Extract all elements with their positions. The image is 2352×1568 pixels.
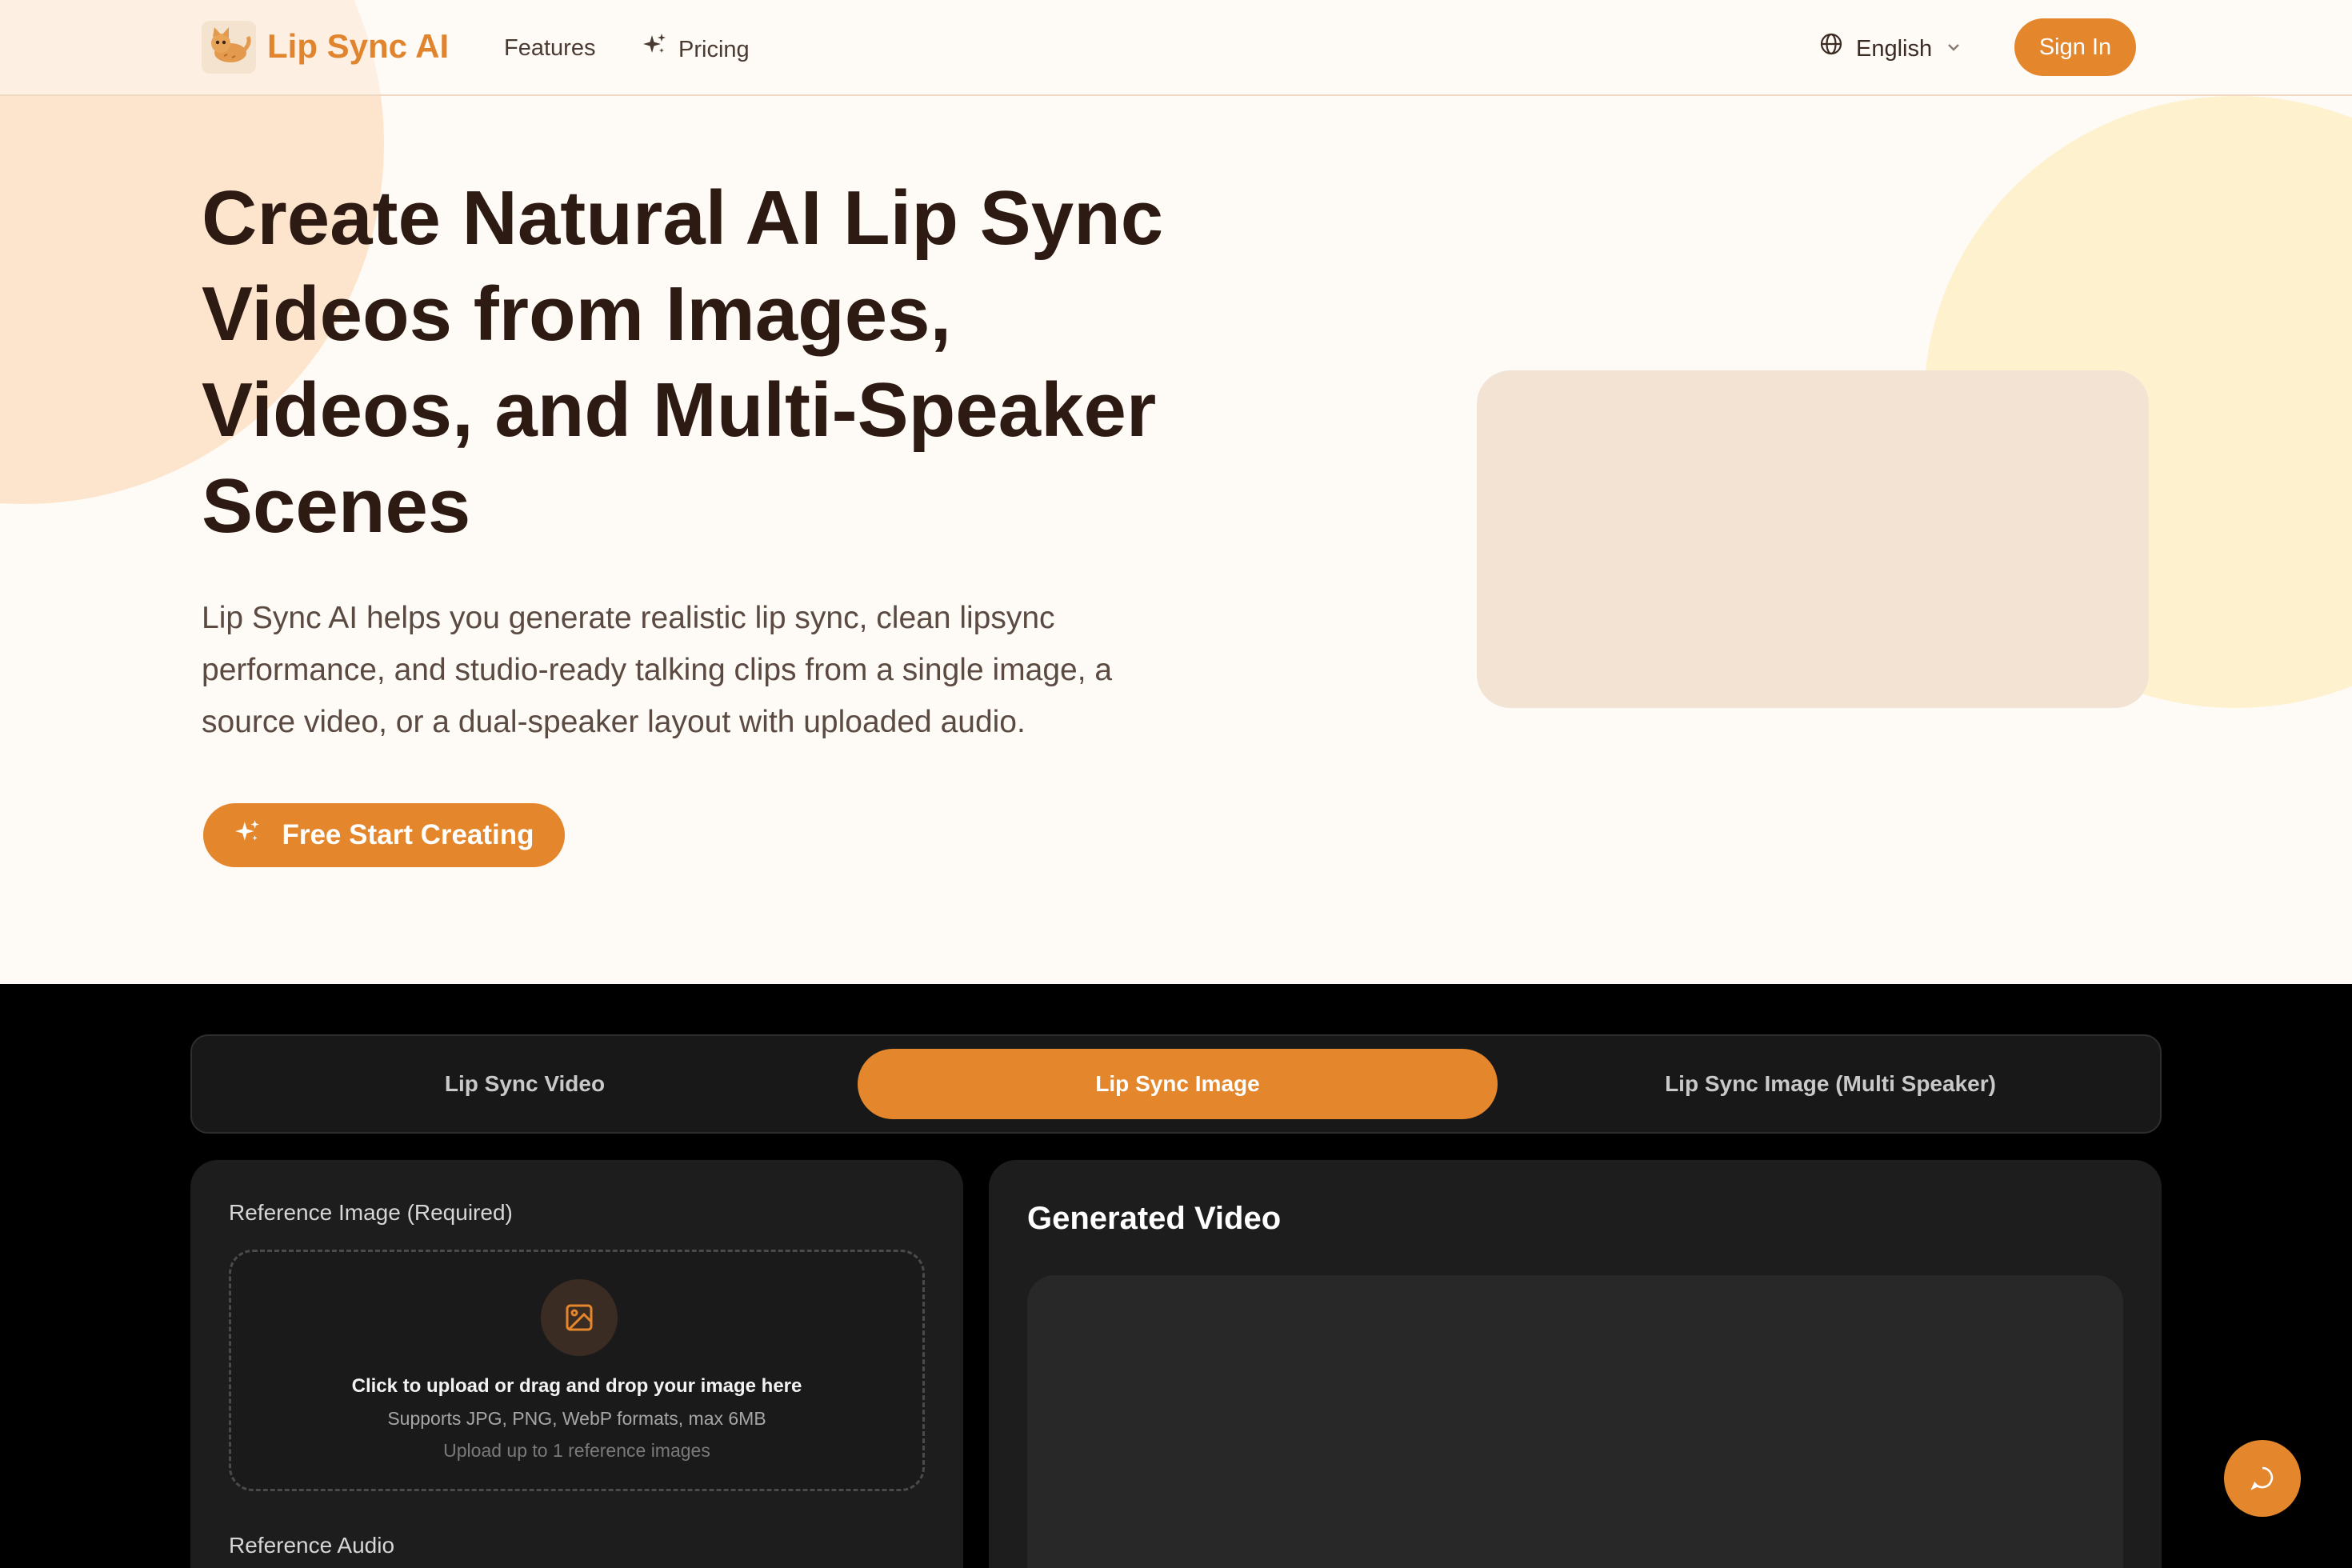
free-start-creating-button[interactable]: Free Start Creating bbox=[203, 803, 565, 867]
output-panel: Generated Video bbox=[989, 1160, 2162, 1568]
hero-description: Lip Sync AI helps you generate realistic… bbox=[202, 601, 1113, 739]
chevron-down-icon bbox=[1945, 33, 1962, 65]
reference-image-label: Reference Image (Required) bbox=[229, 1200, 513, 1225]
cat-mascot-icon[interactable] bbox=[202, 21, 256, 74]
tab-lip-sync-image[interactable]: Lip Sync Image bbox=[858, 1049, 1498, 1119]
sign-in-button[interactable]: Sign In bbox=[2014, 18, 2136, 76]
generated-video-title: Generated Video bbox=[1027, 1201, 1282, 1236]
generated-video-preview bbox=[1027, 1275, 2123, 1568]
sparkle-icon bbox=[642, 32, 667, 66]
nav-pricing-label: Pricing bbox=[678, 36, 750, 62]
nav-features-link[interactable]: Features bbox=[504, 32, 595, 64]
upload-limit: Upload up to 1 reference images bbox=[443, 1440, 710, 1461]
site-header: Lip Sync AI Features Pricing English Sig… bbox=[0, 0, 2352, 96]
hero-title: Create Natural AI Lip Sync Videos from I… bbox=[202, 175, 1164, 549]
tab-lip-sync-image-multi-speaker[interactable]: Lip Sync Image (Multi Speaker) bbox=[1510, 1049, 2150, 1119]
tab-lip-sync-video[interactable]: Lip Sync Video bbox=[205, 1049, 845, 1119]
upload-instruction: Click to upload or drag and drop your im… bbox=[351, 1375, 802, 1397]
reference-audio-label: Reference Audio bbox=[229, 1533, 395, 1558]
mode-tabs: Lip Sync Video Lip Sync Image Lip Sync I… bbox=[190, 1034, 2162, 1134]
language-selector[interactable]: English bbox=[1819, 32, 1962, 65]
upload-formats: Supports JPG, PNG, WebP formats, max 6MB bbox=[387, 1408, 766, 1429]
image-upload-dropzone[interactable]: Click to upload or drag and drop your im… bbox=[229, 1250, 925, 1491]
sparkle-icon bbox=[234, 818, 261, 853]
hero-section: Lip Sync AI Features Pricing English Sig… bbox=[0, 0, 2352, 984]
chat-support-button[interactable] bbox=[2224, 1440, 2301, 1517]
hero-media-placeholder bbox=[1477, 370, 2149, 708]
nav-pricing-link[interactable]: Pricing bbox=[642, 32, 750, 66]
image-upload-icon bbox=[541, 1279, 618, 1356]
input-panel: Reference Image (Required) Click to uplo… bbox=[190, 1160, 963, 1568]
globe-icon bbox=[1819, 32, 1843, 65]
language-label: English bbox=[1856, 35, 1933, 62]
brand-name[interactable]: Lip Sync AI bbox=[267, 24, 449, 69]
cta-label: Free Start Creating bbox=[282, 819, 534, 850]
chat-bubble-icon bbox=[2248, 1463, 2277, 1494]
